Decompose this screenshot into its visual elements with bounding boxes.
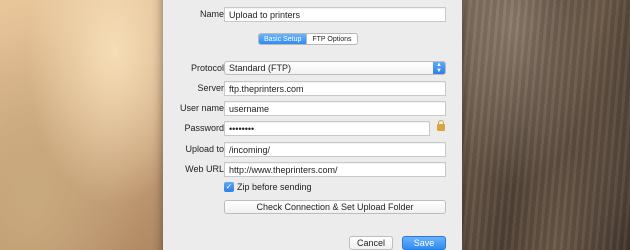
- zip-label: Zip before sending: [237, 182, 312, 192]
- protocol-label: Protocol: [190, 63, 224, 73]
- web-url-label: Web URL: [185, 164, 224, 174]
- tab-ftp-options[interactable]: FTP Options: [306, 34, 356, 44]
- check-connection-button[interactable]: Check Connection & Set Upload Folder: [224, 200, 446, 214]
- name-field[interactable]: Upload to printers: [224, 7, 446, 22]
- zip-row: ✓ Zip before sending: [163, 181, 462, 196]
- web-url-field[interactable]: http://www.theprinters.com/: [224, 162, 446, 177]
- zip-checkbox[interactable]: ✓: [224, 182, 234, 192]
- settings-tabs: Basic Setup FTP Options: [258, 33, 358, 45]
- password-label: Password: [184, 123, 224, 133]
- server-row: Server ftp.theprinters.com: [163, 81, 462, 96]
- upload-to-label: Upload to: [185, 144, 224, 154]
- web-url-row: Web URL http://www.theprinters.com/: [163, 162, 462, 177]
- desktop-wallpaper-right: [462, 0, 630, 250]
- save-button[interactable]: Save: [402, 236, 446, 250]
- protocol-value: Standard (FTP): [229, 63, 292, 73]
- username-label: User name: [179, 103, 224, 113]
- server-label: Server: [197, 83, 224, 93]
- upload-to-row: Upload to /incoming/: [163, 142, 462, 157]
- password-row: Password ••••••••: [163, 120, 462, 136]
- server-field[interactable]: ftp.theprinters.com: [224, 81, 446, 96]
- tab-basic-setup[interactable]: Basic Setup: [259, 34, 307, 44]
- checkmark-icon: ✓: [225, 182, 233, 191]
- lock-icon[interactable]: [437, 120, 445, 131]
- name-label: Name: [199, 9, 224, 19]
- username-field[interactable]: username: [224, 101, 446, 116]
- protocol-row: Protocol Standard (FTP) ▲ ▼: [163, 61, 462, 76]
- password-field[interactable]: ••••••••: [224, 121, 430, 136]
- desktop-wallpaper-left: [0, 0, 163, 250]
- username-row: User name username: [163, 101, 462, 116]
- upload-to-field[interactable]: /incoming/: [224, 142, 446, 157]
- name-row: Name Upload to printers: [163, 7, 462, 22]
- select-arrows-icon: ▲ ▼: [433, 62, 445, 74]
- protocol-select[interactable]: Standard (FTP) ▲ ▼: [224, 61, 446, 75]
- ftp-setup-dialog: Name Upload to printers Basic Setup FTP …: [163, 0, 462, 250]
- cancel-button[interactable]: Cancel: [349, 236, 393, 250]
